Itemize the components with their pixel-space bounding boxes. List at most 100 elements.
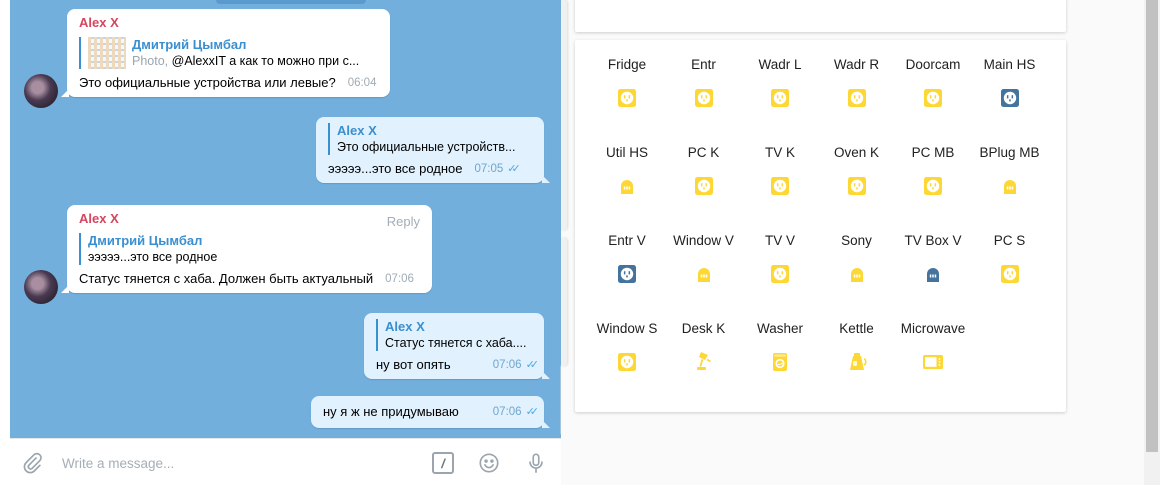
entity-name: Window S [596,321,658,336]
entity-window-s[interactable]: Window S [589,304,665,376]
telegram-chat-panel: Alex X Дмитрий Цымбал Photo, @AlexxIT а … [0,0,561,485]
entity-oven-k[interactable]: Oven K [819,128,895,200]
entity-washer[interactable]: Washer [742,304,818,376]
message-bubble-outgoing[interactable]: Alex X Это официальные устройств... ээээ… [316,117,550,183]
slash-command-icon[interactable]: / [431,451,455,475]
entity-window-v[interactable]: Window V [666,216,742,288]
entity-entr[interactable]: Entr [666,40,742,112]
power-socket-icon[interactable] [998,262,1022,286]
reply-quote[interactable]: Дмитрий Цымбал эээээ...это все родное [79,233,422,265]
power-socket-icon[interactable] [615,86,639,110]
quote-author: Дмитрий Цымбал [132,37,247,52]
read-ticks-icon: ✓✓ [525,359,540,371]
power-socket-icon[interactable] [921,174,945,198]
power-socket-icon[interactable] [768,174,792,198]
power-plug-icon[interactable] [998,174,1022,198]
desk-lamp-icon[interactable] [692,350,716,374]
entity-tv-v[interactable]: TV V [742,216,818,288]
read-ticks-icon: ✓✓ [525,406,540,418]
power-socket-icon[interactable] [768,86,792,110]
power-socket-icon[interactable] [845,174,869,198]
quote-author: Дмитрий Цымбал [88,233,203,248]
power-socket-icon[interactable] [692,174,716,198]
avatar[interactable] [24,74,58,108]
power-socket-icon[interactable] [615,350,639,374]
entity-bplug-mb[interactable]: BPlug MB [972,128,1048,200]
message-bubble-incoming[interactable]: Alex X Дмитрий Цымбал Photo, @AlexxIT а … [61,9,390,97]
entity-name: Main HS [983,57,1036,72]
power-plug-icon[interactable] [845,262,869,286]
entity-doorcam[interactable]: Doorcam [895,40,971,112]
reply-quote[interactable]: Alex X Статус тянется с хаба.... [376,319,534,351]
entity-tv-k[interactable]: TV K [742,128,818,200]
entity-name: TV K [764,145,795,160]
entity-entr-v[interactable]: Entr V [589,216,665,288]
message-text: Это официальные устройства или левые? [79,75,336,90]
entity-name: BPlug MB [979,145,1040,160]
quote-text: Это официальные устройств... [337,140,516,154]
message-row: Это официальные устройства или левые? 06… [79,75,380,91]
quote-media-label: Photo, [132,54,172,68]
entity-wadr-r[interactable]: Wadr R [819,40,895,112]
entity-name: TV Box V [904,233,962,248]
emoji-icon[interactable] [477,451,501,475]
command-glyph: / [432,452,454,474]
previous-message-edge [216,0,366,4]
reply-quote[interactable]: Alex X Это официальные устройств... [328,123,534,155]
entity-desk-k[interactable]: Desk K [666,304,742,376]
power-socket-icon[interactable] [921,86,945,110]
entity-pc-s[interactable]: PC S [972,216,1048,288]
entity-name: TV V [764,233,795,248]
washing-machine-icon[interactable] [768,350,792,374]
entity-name: Desk K [681,321,726,336]
entity-kettle[interactable]: Kettle [819,304,895,376]
power-plug-icon[interactable] [921,262,945,286]
message-time: 07:06 [385,273,414,285]
entity-name: Sony [841,233,872,248]
entity-tv-box-v[interactable]: TV Box V [895,216,971,288]
entity-name: Washer [756,321,803,336]
hidden-card-edge [561,238,567,366]
entity-name: Microwave [900,321,966,336]
message-text: ну вот опять [376,357,451,372]
microphone-icon[interactable] [524,451,548,475]
entity-sony[interactable]: Sony [819,216,895,288]
chat-history[interactable]: Alex X Дмитрий Цымбал Photo, @AlexxIT а … [10,0,561,438]
power-plug-icon[interactable] [615,174,639,198]
reply-button[interactable]: Reply [387,214,420,230]
power-socket-icon[interactable] [768,262,792,286]
message-text: Статус тянется с хаба. Должен быть актуа… [79,271,374,286]
entity-name: PC S [993,233,1026,248]
sender-name[interactable]: Alex X [79,15,380,31]
power-socket-icon[interactable] [692,86,716,110]
entity-fridge[interactable]: Fridge [589,40,665,112]
entity-name: Wadr R [833,57,880,72]
quote-text: Photo, @AlexxIT а как то можно при с... [132,53,372,69]
entity-name: Window V [673,233,734,248]
message-composer: / [10,438,561,485]
entity-main-hs[interactable]: Main HS [972,40,1048,112]
power-socket-icon[interactable] [615,262,639,286]
reply-quote[interactable]: Дмитрий Цымбал Photo, @AlexxIT а как то … [79,37,380,69]
entity-wadr-l[interactable]: Wadr L [742,40,818,112]
avatar[interactable] [24,270,58,304]
message-input[interactable] [62,451,402,475]
message-bubble-outgoing[interactable]: ну я ж не придумываю 07:06 ✓✓ [311,396,550,428]
message-row: Статус тянется с хаба. Должен быть актуа… [79,271,422,287]
entity-pc-k[interactable]: PC K [666,128,742,200]
page-scrollbar-thumb[interactable] [1146,0,1158,452]
message-bubble-outgoing[interactable]: Alex X Статус тянется с хаба.... ну вот … [364,313,550,379]
paperclip-icon[interactable] [20,451,44,475]
sender-name[interactable]: Alex X [79,211,422,227]
entity-name: Entr V [608,233,646,248]
message-text: эээээ...это все родное [328,161,463,176]
microwave-icon[interactable] [921,350,945,374]
entity-pc-mb[interactable]: PC MB [895,128,971,200]
power-socket-icon[interactable] [845,86,869,110]
message-bubble-incoming[interactable]: Alex X Reply Дмитрий Цымбал эээээ...это … [61,205,432,293]
entity-microwave[interactable]: Microwave [895,304,971,376]
power-socket-icon[interactable] [998,86,1022,110]
power-plug-icon[interactable] [692,262,716,286]
kettle-icon[interactable] [845,350,869,374]
entity-util-hs[interactable]: Util HS [589,128,665,200]
